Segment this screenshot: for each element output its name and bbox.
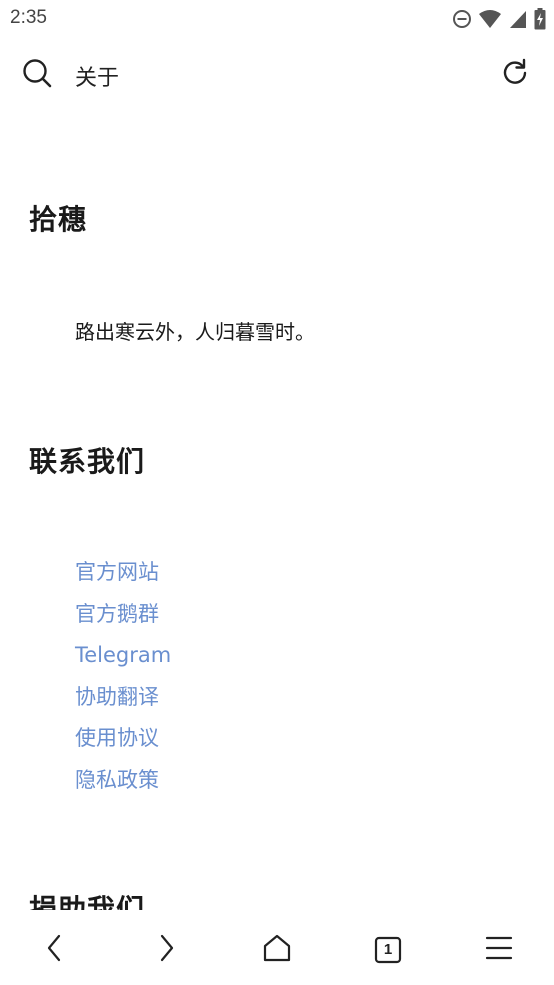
refresh-button[interactable] — [496, 56, 534, 94]
about-content[interactable]: 拾穗 路出寒云外，人归暮雪时。 联系我们 官方网站 官方鹅群 Telegram … — [0, 110, 554, 910]
forward-icon — [153, 933, 179, 967]
link-terms-of-use[interactable]: 使用协议 — [75, 720, 171, 762]
app-name-heading: 拾穗 — [29, 203, 88, 236]
status-icons — [452, 8, 546, 30]
menu-button[interactable] — [479, 930, 519, 970]
tab-count: 1 — [383, 941, 393, 958]
signal-icon — [508, 9, 528, 29]
link-label[interactable]: 官方网站 — [75, 560, 159, 584]
home-icon — [261, 933, 293, 967]
wifi-icon — [478, 9, 502, 29]
search-icon — [22, 58, 52, 92]
refresh-icon — [500, 58, 530, 92]
top-bar: 关于 — [0, 38, 554, 110]
link-label[interactable]: 隐私政策 — [75, 768, 159, 792]
link-official-website[interactable]: 官方网站 — [75, 554, 171, 596]
status-time: 2:35 — [10, 7, 47, 28]
tabs-icon: 1 — [374, 936, 402, 964]
donate-heading: 捐助我们 — [29, 893, 146, 910]
back-icon — [42, 933, 68, 967]
contact-heading: 联系我们 — [29, 445, 146, 478]
tabs-button[interactable]: 1 — [368, 930, 408, 970]
link-privacy-policy[interactable]: 隐私政策 — [75, 762, 171, 804]
link-help-translate[interactable]: 协助翻译 — [75, 679, 171, 721]
battery-charging-icon — [534, 8, 546, 30]
contact-links: 官方网站 官方鹅群 Telegram 协助翻译 使用协议 隐私政策 — [75, 554, 171, 803]
home-button[interactable] — [257, 930, 297, 970]
link-telegram[interactable]: Telegram — [75, 637, 171, 679]
link-label[interactable]: 协助翻译 — [75, 685, 159, 709]
page-title: 关于 — [75, 66, 120, 91]
menu-icon — [484, 933, 514, 967]
bottom-nav: 1 — [0, 910, 554, 985]
status-bar: 2:35 — [0, 0, 554, 38]
link-label[interactable]: 官方鹅群 — [75, 602, 159, 626]
search-button[interactable] — [18, 56, 56, 94]
tagline: 路出寒云外，人归暮雪时。 — [75, 320, 315, 344]
do-not-disturb-icon — [452, 9, 472, 29]
link-label[interactable]: 使用协议 — [75, 726, 159, 750]
forward-button[interactable] — [146, 930, 186, 970]
link-label[interactable]: Telegram — [75, 643, 171, 667]
back-button[interactable] — [35, 930, 75, 970]
link-official-group[interactable]: 官方鹅群 — [75, 596, 171, 638]
